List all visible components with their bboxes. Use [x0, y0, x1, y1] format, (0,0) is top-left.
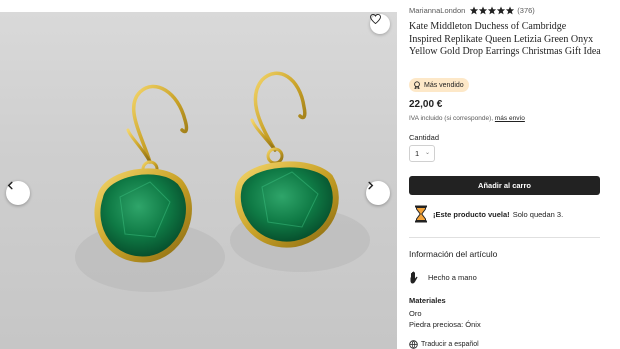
- listing-title: Kate Middleton Duchess of Cambridge Insp…: [409, 21, 601, 57]
- translate-icon: [409, 340, 418, 349]
- handmade-label: Hecho a mano: [428, 273, 477, 282]
- tax-note: IVA incluido (si corresponde), más envío: [409, 115, 525, 122]
- chevron-down-icon: ⌄: [424, 150, 430, 156]
- star-icon: [506, 6, 515, 15]
- favorite-button[interactable]: [370, 14, 390, 34]
- rating-stars: [469, 6, 515, 15]
- star-icon: [488, 6, 497, 15]
- scarcity-notice: ¡Este producto vuela! Solo quedan 3.: [414, 205, 563, 223]
- section-divider: [409, 237, 600, 238]
- review-count[interactable]: (376): [517, 6, 535, 15]
- next-image-button[interactable]: [366, 181, 390, 205]
- hourglass-icon: [415, 205, 427, 223]
- scarcity-bold: ¡Este producto vuela!: [433, 209, 510, 219]
- handmade-row: Hecho a mano: [409, 271, 477, 284]
- heart-icon: [370, 14, 381, 24]
- materials-label: Materiales: [409, 296, 446, 305]
- material-item: Piedra preciosa: Ónix: [409, 320, 481, 329]
- price: 22,00 €: [409, 99, 443, 110]
- bestseller-icon: [414, 81, 420, 89]
- listing-panel: MariannaLondon (376) Kate Middleton Duch…: [409, 0, 609, 349]
- quantity-select[interactable]: 1 ⌄: [409, 145, 435, 162]
- material-item: Oro: [409, 309, 422, 318]
- chevron-left-icon: [7, 181, 13, 190]
- translate-link[interactable]: Traducir a español: [409, 340, 479, 349]
- hand-icon: [410, 271, 418, 284]
- add-to-cart-button[interactable]: Añadir al carro: [409, 176, 600, 195]
- chevron-right-icon: [368, 181, 374, 190]
- star-icon: [497, 6, 506, 15]
- star-icon: [479, 6, 488, 15]
- star-icon: [470, 6, 479, 15]
- badge-label: Más vendido: [424, 81, 464, 89]
- earrings-photo: [75, 71, 370, 292]
- scarcity-text: Solo quedan 3.: [512, 209, 564, 219]
- tax-text: IVA incluido (si corresponde),: [409, 115, 494, 122]
- previous-image-button[interactable]: [6, 181, 30, 205]
- shop-rating-row: MariannaLondon (376): [409, 6, 535, 15]
- bestseller-badge: Más vendido: [409, 78, 469, 92]
- translate-label[interactable]: Traducir a español: [421, 341, 479, 348]
- quantity-label: Cantidad: [409, 133, 440, 142]
- item-details-heading[interactable]: Información del artículo: [409, 249, 497, 259]
- shop-name-link[interactable]: MariannaLondon: [409, 6, 465, 15]
- quantity-value: 1: [415, 149, 420, 158]
- shipping-link[interactable]: más envío: [495, 115, 525, 122]
- product-image[interactable]: [0, 12, 397, 349]
